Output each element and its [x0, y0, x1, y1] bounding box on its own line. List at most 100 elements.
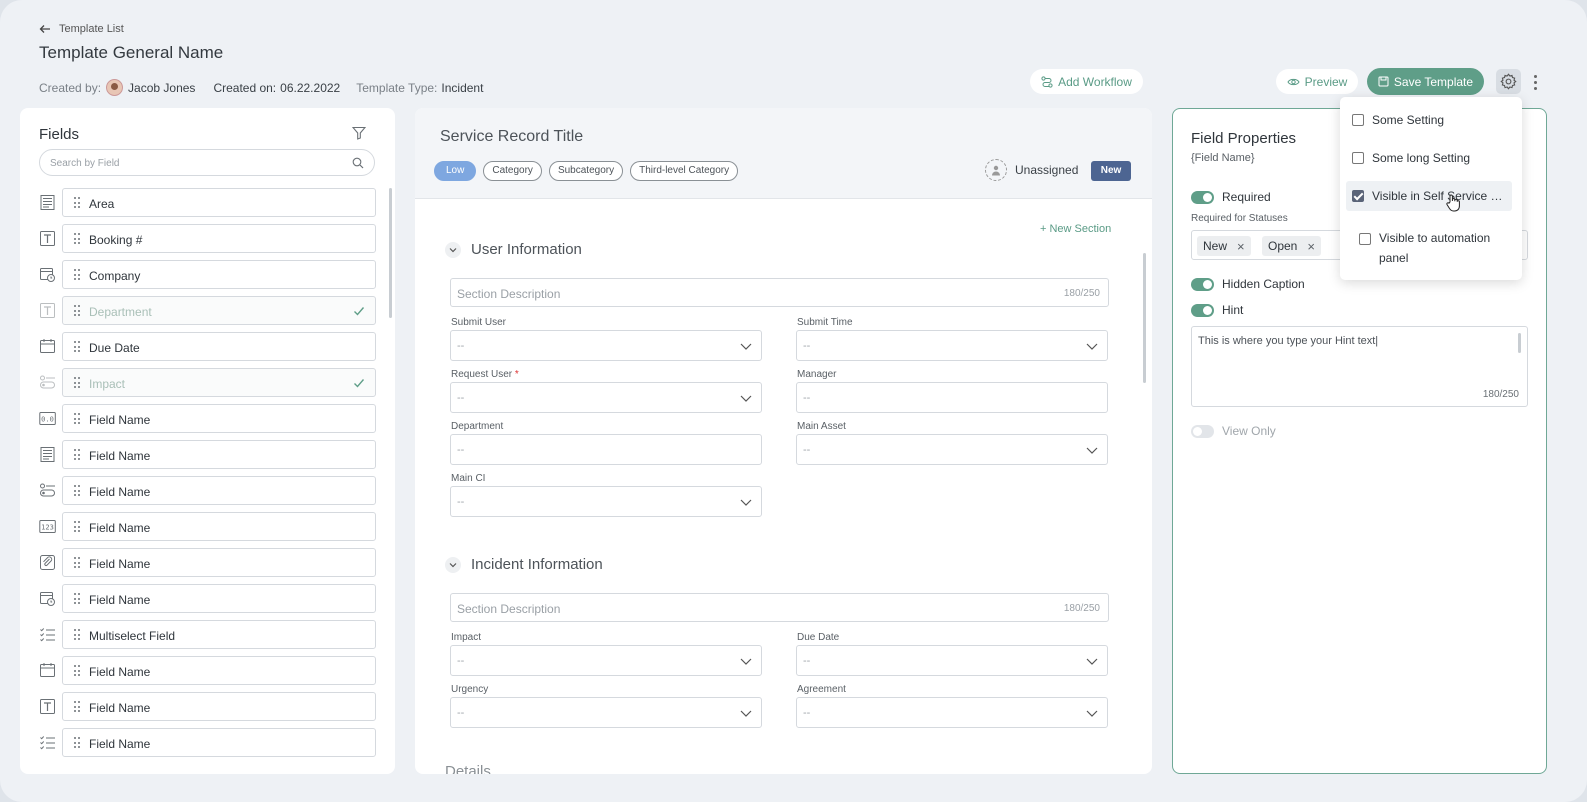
drag-handle-icon[interactable] — [74, 341, 80, 353]
checkbox[interactable] — [1359, 233, 1371, 245]
section-header-user-information[interactable]: User Information — [445, 241, 582, 258]
new-section-button[interactable]: + New Section — [1040, 223, 1111, 235]
fields-scrollbar[interactable] — [389, 188, 392, 318]
checkbox-checked[interactable] — [1352, 190, 1364, 202]
tag-third-level-category[interactable]: Third-level Category — [630, 161, 739, 181]
field-search-input[interactable]: Search by Field — [39, 149, 375, 176]
text-icon — [40, 303, 55, 318]
field-item-box[interactable]: Field Name — [62, 728, 376, 757]
field-list-item[interactable]: Field Name — [36, 440, 381, 469]
required-toggle[interactable] — [1191, 190, 1214, 204]
section-header-details[interactable]: Details — [445, 763, 491, 774]
preview-button[interactable]: Preview — [1276, 69, 1358, 94]
tag-category[interactable]: Category — [483, 161, 542, 181]
impact-select[interactable]: -- — [450, 645, 762, 676]
hint-textarea[interactable]: This is where you type your Hint text| 1… — [1191, 326, 1528, 407]
tag-priority[interactable]: Low — [434, 161, 477, 181]
drag-handle-icon[interactable] — [74, 449, 80, 461]
field-item-box[interactable]: Field Name — [62, 476, 376, 505]
field-item-box[interactable]: Booking # — [62, 224, 376, 253]
section-description-input[interactable]: Section Description 180/250 — [450, 593, 1109, 622]
submit-user-select[interactable]: -- — [450, 330, 762, 361]
urgency-select[interactable]: -- — [450, 697, 762, 728]
field-item-box[interactable]: Area — [62, 188, 376, 217]
field-item-box[interactable]: Due Date — [62, 332, 376, 361]
field-list-item[interactable]: Field Name — [36, 692, 381, 721]
field-item-box[interactable]: Field Name — [62, 404, 376, 433]
template-type-label: Template Type: — [356, 80, 438, 95]
hint-scrollbar[interactable] — [1518, 333, 1521, 353]
drag-handle-icon[interactable] — [74, 593, 80, 605]
field-list-item[interactable]: Field Name — [36, 656, 381, 685]
field-list-item[interactable]: 0.0 Field Name — [36, 404, 381, 433]
menu-item-some-long-setting[interactable]: Some long Setting — [1346, 145, 1512, 171]
drag-handle-icon[interactable] — [74, 485, 80, 497]
drag-handle-icon[interactable] — [74, 233, 80, 245]
tag-subcategory[interactable]: Subcategory — [548, 161, 624, 181]
field-list-item[interactable]: Department — [36, 296, 381, 325]
hint-toggle[interactable] — [1191, 303, 1214, 317]
field-item-box[interactable]: Field Name — [62, 440, 376, 469]
assignee[interactable]: Unassigned — [985, 159, 1078, 181]
menu-item-visible-self-service[interactable]: Visible in Self Service Portal — [1346, 181, 1512, 211]
drag-handle-icon[interactable] — [74, 305, 80, 317]
field-item-box[interactable]: Impact — [62, 368, 376, 397]
drag-handle-icon[interactable] — [74, 665, 80, 677]
field-item-box[interactable]: Field Name — [62, 548, 376, 577]
request-user-select[interactable]: -- — [450, 382, 762, 413]
field-list-item[interactable]: Multiselect Field — [36, 620, 381, 649]
drag-handle-icon[interactable] — [74, 377, 80, 389]
drag-handle-icon[interactable] — [74, 701, 80, 713]
back-link[interactable]: Template List — [39, 23, 124, 35]
drag-handle-icon[interactable] — [74, 197, 80, 209]
settings-button[interactable] — [1496, 69, 1521, 94]
field-list-item[interactable]: Area — [36, 188, 381, 217]
checkbox[interactable] — [1352, 114, 1364, 126]
field-item-box[interactable]: Multiselect Field — [62, 620, 376, 649]
field-item-box[interactable]: Department — [62, 296, 376, 325]
drag-handle-icon[interactable] — [74, 629, 80, 641]
due-date-select[interactable]: -- — [796, 645, 1108, 676]
field-list-item[interactable]: Field Name — [36, 584, 381, 613]
field-item-box[interactable]: Field Name — [62, 692, 376, 721]
main-asset-select[interactable]: -- — [796, 434, 1108, 465]
field-list-item[interactable]: Due Date — [36, 332, 381, 361]
submit-time-select[interactable]: -- — [796, 330, 1108, 361]
field-item-box[interactable]: Field Name — [62, 584, 376, 613]
field-list-item[interactable]: Field Name — [36, 548, 381, 577]
menu-item-visible-automation[interactable]: Visible to automation panel — [1346, 222, 1512, 274]
hidden-caption-toggle[interactable] — [1191, 277, 1214, 291]
status-badge[interactable]: New — [1091, 161, 1131, 181]
field-list-item[interactable]: Impact — [36, 368, 381, 397]
close-icon[interactable]: × — [1307, 239, 1315, 254]
drag-handle-icon[interactable] — [74, 737, 80, 749]
drag-handle-icon[interactable] — [74, 413, 80, 425]
section-header-incident-information[interactable]: Incident Information — [445, 556, 603, 573]
add-workflow-button[interactable]: Add Workflow — [1030, 69, 1143, 94]
menu-item-some-setting[interactable]: Some Setting — [1346, 107, 1512, 133]
main-ci-select[interactable]: -- — [450, 486, 762, 517]
field-list-item[interactable]: 123 Field Name — [36, 512, 381, 541]
field-item-box[interactable]: Company — [62, 260, 376, 289]
drag-handle-icon[interactable] — [74, 521, 80, 533]
record-scrollbar[interactable] — [1143, 253, 1146, 383]
fields-panel: Fields Search by Field Area Booking # Comp… — [20, 108, 395, 774]
field-item-box[interactable]: Field Name — [62, 512, 376, 541]
manager-input[interactable]: -- — [796, 382, 1108, 413]
agreement-select[interactable]: -- — [796, 697, 1108, 728]
section-description-input[interactable]: Section Description 180/250 — [450, 278, 1109, 307]
drag-handle-icon[interactable] — [74, 269, 80, 281]
field-list-item[interactable]: Booking # — [36, 224, 381, 253]
field-list-item[interactable]: Company — [36, 260, 381, 289]
field-item-box[interactable]: Field Name — [62, 656, 376, 685]
department-input[interactable]: -- — [450, 434, 762, 465]
checkbox[interactable] — [1352, 152, 1364, 164]
field-list-item[interactable]: Field Name — [36, 728, 381, 757]
view-only-toggle[interactable] — [1191, 424, 1214, 438]
field-list-item[interactable]: Field Name — [36, 476, 381, 505]
close-icon[interactable]: × — [1237, 239, 1245, 254]
filter-icon[interactable] — [352, 126, 366, 140]
more-options-icon[interactable] — [1528, 72, 1542, 92]
drag-handle-icon[interactable] — [74, 557, 80, 569]
save-template-button[interactable]: Save Template — [1367, 68, 1484, 95]
